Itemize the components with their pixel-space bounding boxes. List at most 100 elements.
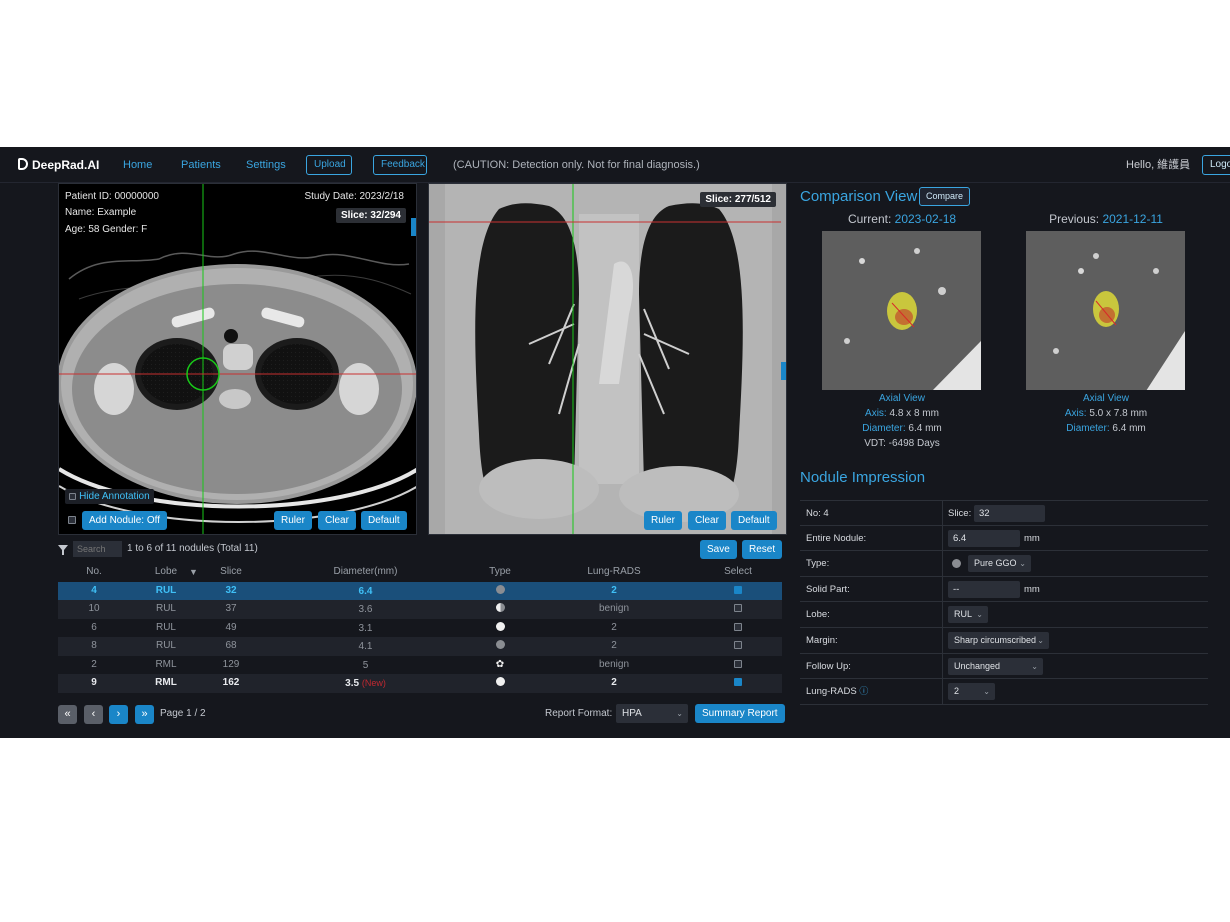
slice-input[interactable]: 32 <box>974 505 1045 522</box>
cell-slice: 162 <box>222 677 240 688</box>
feedback-button[interactable]: Feedback <box>373 155 427 175</box>
entire-nodule-input[interactable]: 6.4 <box>948 529 1020 547</box>
cell-type <box>478 674 522 693</box>
cell-no: 6 <box>91 621 97 633</box>
header-type[interactable]: Type <box>478 563 522 582</box>
header-no[interactable]: No. <box>73 563 115 582</box>
table-row[interactable]: 2 RML 129 5 ✿ benign <box>58 656 782 675</box>
coronal-ruler-button[interactable]: Ruler <box>644 511 682 530</box>
axial-clear-button[interactable]: Clear <box>318 511 356 530</box>
previous-axis: Axis: 5.0 x 7.8 mm <box>1011 408 1201 419</box>
current-date: 2023-02-18 <box>894 212 957 226</box>
brand-logo[interactable]: DeepRad.AI <box>18 147 99 183</box>
lung-rads-select[interactable]: 2 ⌄ <box>948 683 995 701</box>
cell-diameter: 3.6 <box>318 600 413 620</box>
current-vdt: VDT: -6498 Days <box>807 438 997 449</box>
cell-lung-rads: benign <box>598 603 630 614</box>
logout-button[interactable]: Logo <box>1202 155 1230 175</box>
coronal-clear-button[interactable]: Clear <box>688 511 726 530</box>
cell-lobe: RUL <box>155 603 176 614</box>
row-select-checkbox[interactable] <box>734 604 742 612</box>
compare-button[interactable]: Compare <box>919 187 971 206</box>
row-select-checkbox[interactable] <box>734 659 742 668</box>
header-diameter[interactable]: Diameter(mm) <box>318 563 413 582</box>
row-select-checkbox[interactable] <box>734 622 742 631</box>
cell-select <box>718 674 758 693</box>
new-badge: (New) <box>361 678 386 688</box>
row-select-checkbox[interactable] <box>734 678 742 686</box>
axial-default-button[interactable]: Default <box>361 511 407 530</box>
header-slice[interactable]: Slice <box>210 563 252 582</box>
axial-ct-image[interactable] <box>59 184 417 535</box>
previous-diameter-value: 6.4 mm <box>1112 423 1146 434</box>
cell-diameter-value: 3.5 <box>345 678 360 689</box>
row-select-checkbox[interactable] <box>734 641 742 649</box>
first-page-button[interactable]: « <box>58 705 77 724</box>
header-select[interactable]: Select <box>718 563 758 582</box>
type-select[interactable]: Pure GGO ⌄ <box>968 555 1031 573</box>
cell-no: 9 <box>91 677 97 688</box>
impression-table: No: 4 Slice: 32 Entire Nodule: 6.4 mm Ty… <box>800 500 1208 705</box>
current-view-label: Axial View <box>879 393 925 404</box>
follow-up-select[interactable]: Unchanged ⌄ <box>948 657 1043 675</box>
help-icon[interactable]: ⓘ <box>859 686 868 696</box>
cell-select <box>718 582 758 601</box>
table-row[interactable]: 6 RUL 49 3.1 2 <box>58 619 782 638</box>
header-lung-rads[interactable]: Lung-RADS <box>578 563 650 582</box>
solid-part-input[interactable]: -- <box>948 580 1020 598</box>
previous-diameter-label: Diameter: <box>1066 423 1110 434</box>
ggo-type-icon <box>495 640 505 649</box>
table-row[interactable]: 8 RUL 68 4.1 2 <box>58 637 782 656</box>
previous-diameter: Diameter: 6.4 mm <box>1011 423 1201 434</box>
nav-patients[interactable]: Patients <box>181 147 221 183</box>
report-format-select[interactable]: HPA ⌄ <box>616 704 688 723</box>
lobe-value: RUL <box>954 609 973 620</box>
current-nodule-image[interactable] <box>822 231 981 390</box>
current-diameter-value: 6.4 mm <box>908 423 942 434</box>
lobe-select[interactable]: RUL ⌄ <box>948 606 988 624</box>
coronal-viewer[interactable]: Slice: 277/512 Ruler Clear Default <box>428 183 787 535</box>
nav-home[interactable]: Home <box>123 147 152 183</box>
header-lobe[interactable]: Lobe <box>143 563 189 582</box>
axial-viewer[interactable]: Patient ID: 00000000 Name: Example Age: … <box>58 183 417 535</box>
caution-text: (CAUTION: Detection only. Not for final … <box>453 159 700 171</box>
search-input[interactable] <box>73 541 122 557</box>
table-row[interactable]: 9 RML 162 3.5 (New) 2 <box>58 674 782 693</box>
previous-nodule-image[interactable] <box>1026 231 1185 390</box>
save-button[interactable]: Save <box>700 540 737 559</box>
add-nodule-checkbox[interactable] <box>68 516 76 524</box>
cell-slice: 37 <box>225 603 237 614</box>
solid-type-icon <box>495 677 505 686</box>
coronal-ct-image[interactable] <box>429 184 787 535</box>
row-select-checkbox[interactable] <box>734 585 742 594</box>
lobe-label: Lobe: <box>806 609 830 621</box>
patient-id: Patient ID: 00000000 <box>65 191 159 202</box>
hide-annotation-toggle[interactable]: Hide Annotation <box>65 489 154 504</box>
last-page-button[interactable]: » <box>135 705 154 724</box>
table-row[interactable]: 10 RUL 37 3.6 benign <box>58 600 782 619</box>
table-header: No. Lobe ▼ Slice Diameter(mm) Type Lung-… <box>58 563 782 582</box>
upload-button[interactable]: Upload <box>306 155 352 175</box>
cell-slice: 68 <box>225 640 237 651</box>
margin-select[interactable]: Sharp circumscribed ⌄ <box>948 631 1049 649</box>
axial-ruler-button[interactable]: Ruler <box>274 511 312 530</box>
add-nodule-button[interactable]: Add Nodule: Off <box>82 511 167 530</box>
logo-icon <box>18 158 28 170</box>
coronal-default-button[interactable]: Default <box>731 511 777 530</box>
chevron-down-icon: ⌄ <box>976 610 983 620</box>
filter-icon[interactable] <box>58 545 68 555</box>
cell-lobe: RML <box>155 658 177 670</box>
brand-name: DeepRad.AI <box>32 158 100 172</box>
summary-report-button[interactable]: Summary Report <box>695 704 785 723</box>
ggo-type-icon <box>495 584 505 594</box>
type-label: Type: <box>806 558 830 570</box>
nav-settings[interactable]: Settings <box>246 147 286 183</box>
hide-annotation-checkbox[interactable] <box>69 493 76 500</box>
cell-lung-rads: 2 <box>611 677 617 688</box>
reset-button[interactable]: Reset <box>742 540 783 559</box>
prev-page-button[interactable]: ‹ <box>84 705 103 724</box>
next-page-button[interactable]: › <box>109 705 128 724</box>
sort-down-icon[interactable]: ▼ <box>189 563 198 582</box>
table-row[interactable]: 4 RUL 32 6.4 2 <box>58 581 782 601</box>
cell-lung-rads: 2 <box>611 621 617 633</box>
